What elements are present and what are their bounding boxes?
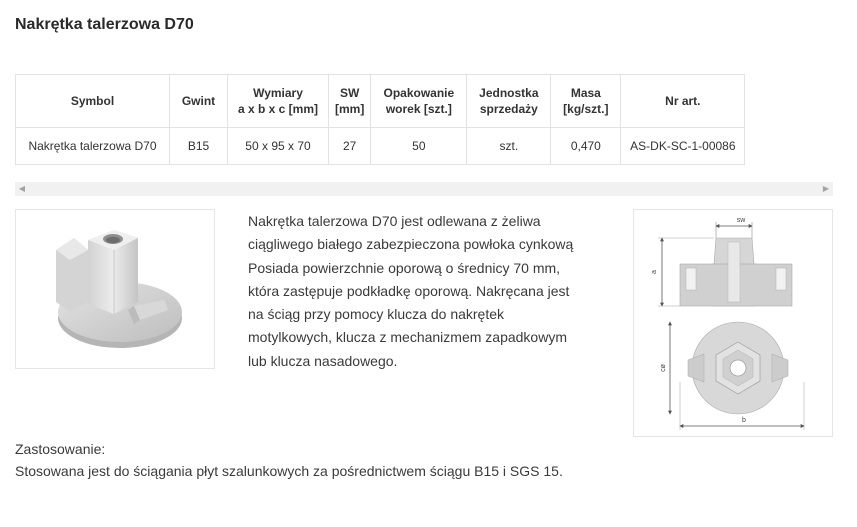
page-title: Nakrętka talerzowa D70 (15, 16, 194, 33)
description-line: lub klucza nasadowego. (248, 352, 398, 369)
sw-label: sw (737, 217, 747, 224)
header-nr-art: Nr art. (620, 74, 746, 128)
header-sw: SW [mm] (327, 74, 372, 128)
header-jednostka: Jednostka sprzedaży (466, 74, 552, 128)
header-symbol: Symbol (15, 74, 170, 128)
table-header-row: Symbol Gwint Wymiary a x b x c [mm] SW [mm… (15, 74, 746, 128)
cell-gwint: B15 (169, 127, 228, 165)
cell-masa: 0,470 (550, 127, 622, 165)
description-line: Nakrętka talerzowa D70 jest odlewana z ż… (248, 213, 541, 229)
scroll-left-icon[interactable]: ◀ (15, 182, 29, 196)
usage-heading: Zastosowanie: (15, 441, 106, 457)
header-opakowanie: Opakowanie worek [szt.] (370, 74, 468, 128)
b-label: b (742, 417, 746, 424)
scroll-right-icon[interactable]: ▶ (819, 182, 833, 196)
c-label: cø (660, 363, 667, 372)
technical-drawing: sw a cø b (633, 209, 833, 437)
description-line: Posiada powierzchnie oporową o średnicy … (248, 259, 561, 276)
table-row: Nakrętka talerzowa D70 B15 50 x 95 x 70 … (15, 127, 746, 165)
cell-nr-art: AS-DK-SC-1-00086 (620, 127, 746, 165)
cell-opakowanie: 50 (370, 127, 468, 165)
cell-wymiary: 50 x 95 x 70 (227, 127, 329, 165)
description-line: motylkowych, klucza z mechanizmem zapadk… (248, 329, 567, 346)
a-label: a (651, 270, 658, 274)
cell-symbol: Nakrętka talerzowa D70 (15, 127, 170, 165)
nut-3d-image (56, 230, 182, 348)
cell-jednostka: szt. (466, 127, 552, 165)
usage-text: Stosowana jest do ściągania płyt szalunk… (15, 463, 563, 479)
horizontal-scrollbar[interactable]: ◀ ▶ (15, 182, 833, 196)
description-line: na ściąg przy pomocy klucza do nakrętek (248, 306, 505, 323)
cell-sw: 27 (327, 127, 372, 165)
description-line: ciągliwego białego zabezpieczona powłoka… (248, 236, 574, 253)
dimension-drawing: sw a cø b (651, 217, 805, 430)
header-gwint: Gwint (169, 74, 228, 128)
description-line: która zastępuje podkładkę oporową. Nakrę… (248, 282, 570, 299)
spec-table: Symbol Gwint Wymiary a x b x c [mm] SW [mm… (15, 74, 746, 165)
product-description: Nakrętka talerzowa D70 jest odlewana z ż… (248, 210, 618, 373)
usage-section: Zastosowanie: Stosowana jest do ściągani… (15, 438, 563, 482)
product-photo (15, 209, 215, 369)
header-wymiary: Wymiary a x b x c [mm] (227, 74, 329, 128)
header-masa: Masa [kg/szt.] (550, 74, 622, 128)
